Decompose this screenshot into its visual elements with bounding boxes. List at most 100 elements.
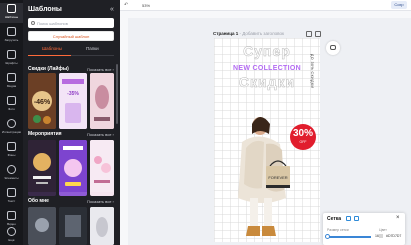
grid-toggle-icon[interactable] [346,216,351,221]
left-ruler [120,11,128,245]
add-title-link[interactable]: - Добавить заголовок [240,31,284,36]
rail-item-illustrations[interactable]: Иллюстрации [0,118,23,138]
eye-icon[interactable] [354,216,359,221]
thumbnail-art [90,207,114,245]
collapse-panel-button[interactable]: « [110,6,114,13]
grid-settings-popup: Сетка × Размер сетки Цвет 16 #D7D7D7 [323,213,405,245]
template-thumbnail[interactable] [90,207,114,245]
upload-icon [7,27,16,36]
rail-item-label: Иллюстрации [1,130,22,134]
comments-button[interactable] [326,41,340,55]
rail-item-label: Шаблоны [4,15,19,19]
rail-item-label: Текст [7,199,16,203]
show-all-events[interactable]: Показать все › [87,132,114,137]
zoom-level[interactable]: 53% [142,3,150,8]
rail-item-label: Медиа [6,84,17,88]
left-rail: Шаблоны Загрузить Шрифты Медиа Фото Иллю… [0,0,23,245]
template-thumbnail[interactable] [90,73,114,129]
rail-item-label: Фото [8,107,15,111]
section-title-sales: Скидки (Лайфы) [28,66,69,72]
page-label: Страница 1 - Добавить заголовок [213,31,284,36]
grid-color-swatch[interactable] [379,234,383,238]
grid-size-slider-track[interactable] [327,236,371,238]
grid-color-label: Цвет [379,228,387,232]
rail-item-more[interactable]: Ещё [0,226,23,245]
save-button[interactable]: Сохр [391,1,407,9]
tab-folders[interactable]: Папки [86,46,99,51]
template-thumbnail[interactable] [90,140,114,196]
template-thumbnail[interactable] [59,140,87,196]
badge-percent: 30% [292,128,313,139]
grid-size-label: Размер сетки [327,228,349,232]
template-thumbnail[interactable] [28,207,56,245]
section-title-events: Мероприятия [28,131,62,137]
grid-size-slider-knob[interactable] [325,234,330,239]
panel-title: Шаблоны [28,6,62,13]
thumbnail-art [90,140,114,192]
section-title-about: Обо мне [28,198,49,204]
undo-icon[interactable]: ↶ [124,2,128,8]
thumbnail-art [28,140,56,192]
template-thumbnail[interactable] [59,207,87,245]
badge-off: OFF [299,140,307,144]
popup-title: Сетка [327,216,342,222]
rail-item-label: Шрифты [5,61,18,65]
show-all-about[interactable]: Показать все › [87,199,114,204]
search-icon [31,21,35,25]
grid-color-value[interactable]: #D7D7D7 [386,234,401,238]
template-thumbnail[interactable]: -35% [59,73,87,129]
rail-item-label: Элементы [4,176,19,180]
thumbnail-art: -35% [59,73,87,129]
media-icon [7,73,16,82]
rail-item-label: Ещё [8,238,15,242]
page-number-label: Страница 1 [213,31,239,36]
rail-item-media[interactable]: Медиа [0,72,23,92]
backgrounds-icon [7,142,16,151]
more-icon [7,227,16,236]
rail-item-label: Фоны [7,153,16,157]
photo-icon [7,96,16,105]
search-input[interactable] [37,18,113,28]
rail-item-text[interactable]: Текст [0,187,23,207]
text-icon [7,188,16,197]
svg-text:-35%: -35% [67,91,79,97]
svg-text:-46%: -46% [34,99,51,106]
chat-icon [330,45,336,50]
template-thumbnail[interactable]: -46% [28,73,56,129]
thumbnail-art [59,207,87,245]
video-icon [7,211,16,220]
vertical-caption[interactable]: ДО 30% СКИДКИ [310,54,314,89]
rail-item-fonts[interactable]: Шрифты [0,49,23,69]
rail-item-elements[interactable]: Элементы [0,164,23,184]
thumbnail-art [28,207,56,245]
template-search [28,18,114,28]
panel-scrollbar[interactable] [116,64,118,124]
active-tab-indicator [28,55,71,56]
elements-icon [7,165,16,174]
font-icon [7,50,16,59]
rail-item-backgrounds[interactable]: Фоны [0,141,23,161]
duplicate-page-icon[interactable] [306,31,312,37]
panel-tabs: Шаблоны Папки [28,46,114,56]
design-canvas[interactable]: Супер NEW COLLECTION Скидки FOREVER ДО 3… [214,38,320,242]
rail-item-templates[interactable]: Шаблоны [0,3,23,23]
add-page-icon[interactable] [315,31,321,37]
editor-app: Шаблоны Загрузить Шрифты Медиа Фото Иллю… [0,0,411,245]
show-all-sales[interactable]: Показать все › [87,67,114,72]
rail-item-photo[interactable]: Фото [0,95,23,115]
top-ruler [128,11,411,18]
close-popup-button[interactable]: × [396,215,400,221]
thumbnail-art [90,73,114,129]
discount-badge[interactable]: 30% OFF [290,124,316,150]
templates-icon [7,4,16,13]
random-template-button[interactable]: Случайный шаблон [28,31,114,41]
bag-label: FOREVER [268,175,287,180]
illustrations-icon [7,119,16,128]
rail-item-label: Загрузить [4,38,19,42]
rail-item-upload[interactable]: Загрузить [0,26,23,46]
thumbnail-art [59,140,87,192]
tab-templates[interactable]: Шаблоны [42,46,62,51]
thumbnail-art: -46% [28,73,56,129]
template-thumbnail[interactable] [28,140,56,196]
top-toolbar: ↶ 53% Сохр [120,0,411,11]
